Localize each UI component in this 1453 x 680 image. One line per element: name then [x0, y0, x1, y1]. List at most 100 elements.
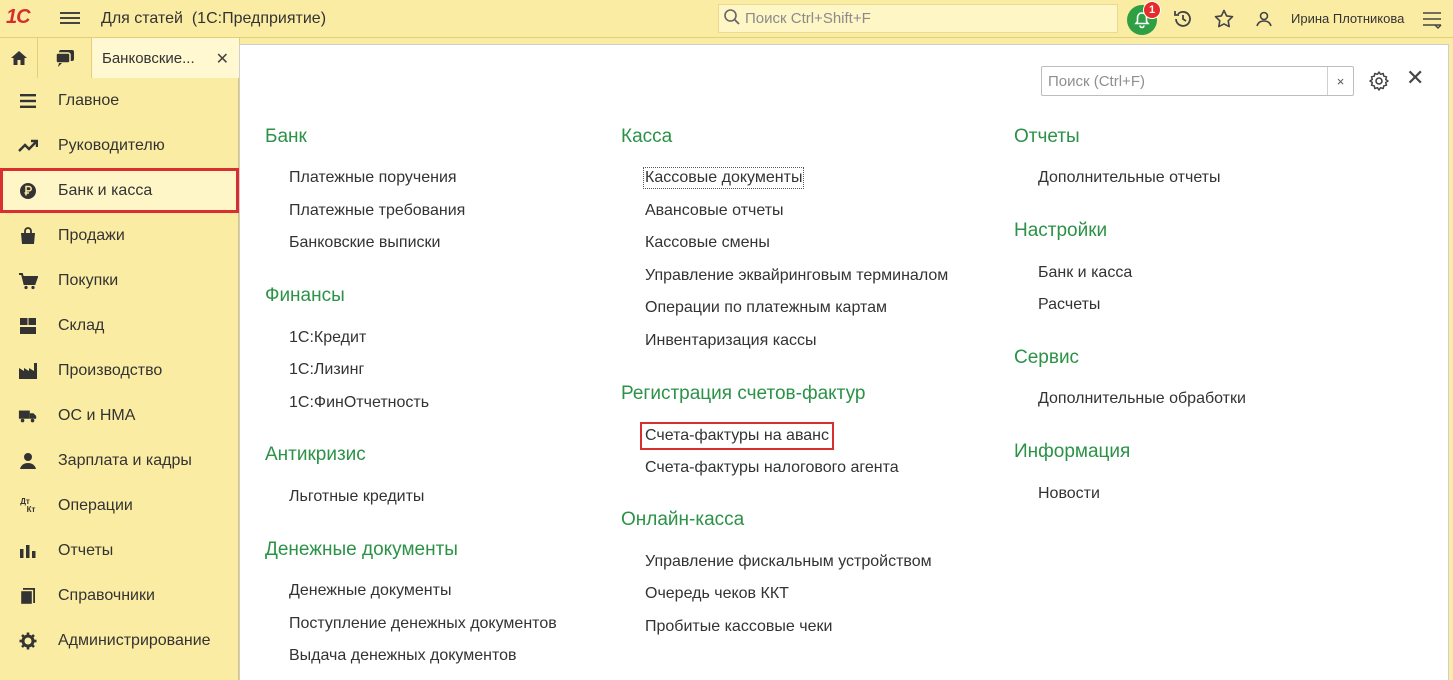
home-icon	[10, 51, 27, 65]
sidebar-item-warehouse[interactable]: Склад	[0, 303, 239, 348]
app-logo: 1С	[6, 6, 31, 28]
sidebar-item-main[interactable]: Главное	[0, 78, 239, 123]
link-kkt-queue[interactable]: Очередь чеков ККТ	[645, 585, 789, 603]
link-money-documents[interactable]: Денежные документы	[289, 582, 451, 600]
sidebar-item-label: Руководителю	[58, 136, 165, 154]
section-title-settings: Настройки	[1014, 220, 1108, 241]
tab-label: Банковские...	[102, 49, 195, 67]
gear-icon	[18, 631, 38, 651]
sidebar-item-label: Зарплата и кадры	[58, 451, 192, 469]
sidebar-item-label: Банк и касса	[58, 181, 153, 199]
sidebar-item-directories[interactable]: Справочники	[0, 573, 239, 618]
settings-menu-button[interactable]	[1421, 8, 1443, 30]
sidebar-item-production[interactable]: Производство	[0, 348, 239, 393]
panel-search[interactable]: ×	[1041, 66, 1354, 96]
sidebar-item-manager[interactable]: Руководителю	[0, 123, 239, 168]
link-bank-statements[interactable]: Банковские выписки	[289, 234, 440, 252]
sidebar-item-purchases[interactable]: Покупки	[0, 258, 239, 303]
sidebar-item-salary[interactable]: Зарплата и кадры	[0, 438, 239, 483]
sidebar-item-sales[interactable]: Продажи	[0, 213, 239, 258]
main-menu-button[interactable]	[60, 9, 80, 29]
section-panel: × ✕ Банк Платежные поручения Платежные т…	[239, 44, 1449, 680]
tab-bank-statements[interactable]: Банковские... ✕	[92, 38, 240, 78]
close-panel-button[interactable]: ✕	[1406, 67, 1424, 89]
section-title-information: Информация	[1014, 441, 1131, 462]
section-title-invoice-registration: Регистрация счетов-фактур	[621, 383, 866, 404]
link-punched-receipts[interactable]: Пробитые кассовые чеки	[645, 618, 832, 636]
menu-lines-icon	[1423, 12, 1442, 29]
sidebar-item-administration[interactable]: Администрирование	[0, 618, 239, 663]
sidebar-item-reports[interactable]: Отчеты	[0, 528, 239, 573]
sidebar-item-fixed-assets[interactable]: ОС и НМА	[0, 393, 239, 438]
section-title-finance: Финансы	[265, 285, 345, 306]
section-title-reports: Отчеты	[1014, 126, 1080, 147]
cart-icon	[18, 271, 38, 291]
history-button[interactable]	[1172, 8, 1194, 30]
link-settings-payments[interactable]: Расчеты	[1038, 296, 1100, 314]
link-cash-inventory[interactable]: Инвентаризация кассы	[645, 332, 816, 350]
global-search[interactable]	[718, 4, 1118, 33]
link-credit[interactable]: 1С:Кредит	[289, 329, 366, 347]
user-name: Ирина Плотникова	[1291, 11, 1405, 26]
hamburger-icon	[60, 12, 80, 14]
link-fiscal-device[interactable]: Управление фискальным устройством	[645, 553, 932, 571]
menu-lines-icon	[18, 91, 38, 111]
favorites-button[interactable]	[1213, 8, 1235, 30]
sidebar-item-label: Операции	[58, 496, 133, 514]
sidebar-item-label: Производство	[58, 361, 163, 379]
history-icon	[1174, 11, 1191, 27]
user-button[interactable]	[1253, 8, 1275, 30]
factory-icon	[18, 361, 38, 381]
link-money-documents-receipt[interactable]: Поступление денежных документов	[289, 615, 557, 633]
section-title-anticrisis: Антикризис	[265, 444, 366, 465]
link-news[interactable]: Новости	[1038, 485, 1100, 503]
link-additional-reports[interactable]: Дополнительные отчеты	[1038, 169, 1221, 187]
link-fin-reporting[interactable]: 1С:ФинОтчетность	[289, 394, 429, 412]
panel-settings-button[interactable]	[1367, 69, 1391, 93]
global-search-input[interactable]	[745, 10, 1105, 27]
truck-icon	[18, 406, 38, 426]
tab-close-icon[interactable]: ✕	[216, 49, 229, 69]
sidebar-item-label: Продажи	[58, 226, 125, 244]
clear-search-button[interactable]: ×	[1327, 67, 1353, 95]
gear-icon	[1369, 71, 1389, 91]
link-settings-bank-and-cash[interactable]: Банк и касса	[1038, 264, 1132, 282]
sidebar-item-operations[interactable]: Дт Кт Операции	[0, 483, 239, 528]
books-icon	[18, 586, 38, 606]
chat-icon	[54, 50, 74, 67]
sidebar-item-label: Покупки	[58, 271, 119, 289]
link-advance-reports[interactable]: Авансовые отчеты	[645, 202, 784, 220]
link-card-operations[interactable]: Операции по платежным картам	[645, 299, 887, 317]
link-leasing[interactable]: 1С:Лизинг	[289, 361, 364, 379]
sidebar-item-label: Справочники	[58, 586, 155, 604]
sidebar-item-label: Склад	[58, 316, 105, 334]
warehouse-icon	[18, 316, 38, 336]
link-additional-processing[interactable]: Дополнительные обработки	[1038, 390, 1246, 408]
link-money-documents-issue[interactable]: Выдача денежных документов	[289, 647, 517, 665]
trend-icon	[18, 136, 38, 156]
sidebar-item-label: Отчеты	[58, 541, 114, 559]
home-tab[interactable]	[0, 38, 38, 78]
sidebar-item-label: Администрирование	[58, 631, 211, 649]
link-advance-invoices[interactable]: Счета-фактуры на аванс	[640, 422, 834, 450]
app-title: Для статей (1С:Предприятие)	[101, 10, 327, 27]
link-payment-orders[interactable]: Платежные поручения	[289, 169, 457, 187]
link-acquiring-terminal[interactable]: Управление эквайринговым терминалом	[645, 267, 948, 285]
section-title-bank: Банк	[265, 126, 307, 147]
notifications-badge: 1	[1143, 1, 1161, 19]
star-icon	[1214, 9, 1234, 28]
panel-search-input[interactable]	[1042, 72, 1322, 90]
bar-chart-icon	[18, 541, 38, 561]
link-cash-documents[interactable]: Кассовые документы	[642, 167, 805, 189]
discussions-tab[interactable]	[38, 38, 92, 78]
sidebar-item-bank-and-cash[interactable]: Банк и касса	[0, 168, 239, 213]
link-cash-shifts[interactable]: Кассовые смены	[645, 234, 770, 252]
section-title-online-cash: Онлайн-касса	[621, 509, 745, 530]
shopping-bag-icon	[18, 226, 38, 246]
link-preferential-loans[interactable]: Льготные кредиты	[289, 488, 424, 506]
section-title-cash: Касса	[621, 126, 673, 147]
search-icon	[723, 8, 741, 30]
link-tax-agent-invoices[interactable]: Счета-фактуры налогового агента	[645, 459, 899, 477]
link-payment-requests[interactable]: Платежные требования	[289, 202, 465, 220]
top-bar: 1С Для статей (1С:Предприятие) 1 Ирина П…	[0, 0, 1453, 38]
